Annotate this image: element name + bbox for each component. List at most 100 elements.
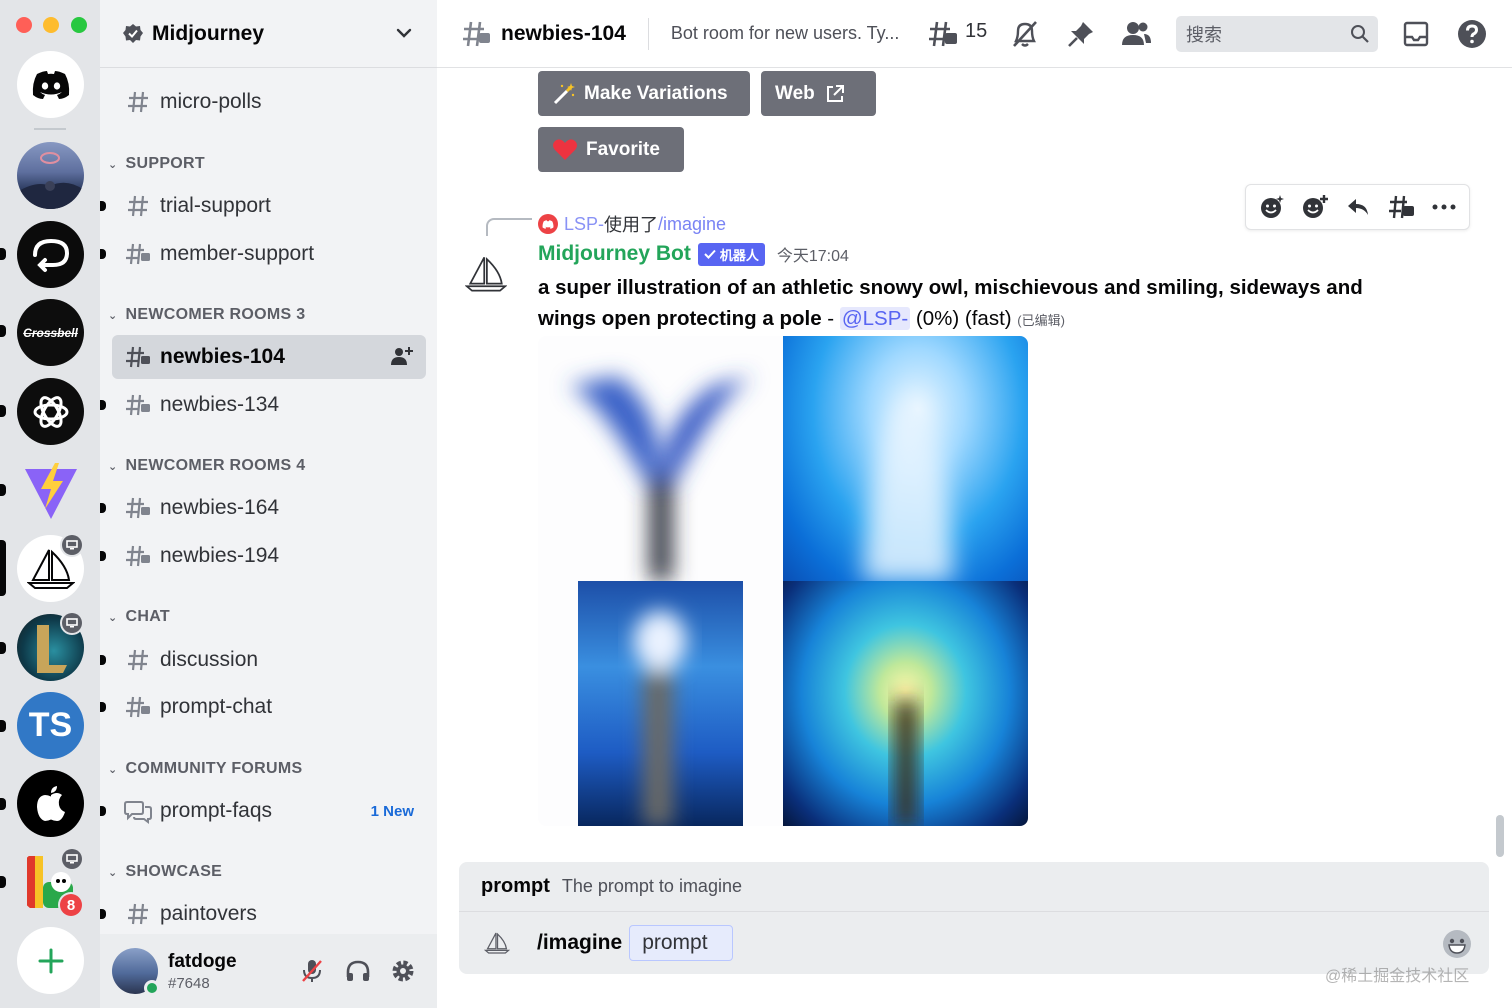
monitor-icon	[66, 540, 78, 550]
caret-down-icon: ⌄	[108, 460, 118, 473]
category-newcomer-rooms-4[interactable]: ⌄ NEWCOMER ROOMS 4	[108, 457, 305, 475]
text-channel-icon	[124, 192, 152, 220]
reply-context[interactable]: LSP- 使用了 /imagine	[538, 211, 726, 237]
message-list: Make Variations Web Favorite LSP- 使用了 /i…	[437, 68, 1497, 830]
notification-settings-button[interactable]	[1008, 17, 1042, 51]
discord-mini-icon	[538, 214, 558, 234]
channel-prompt-chat[interactable]: prompt-chat	[100, 685, 426, 729]
channel-discussion[interactable]: discussion	[100, 638, 426, 682]
category-support[interactable]: ⌄ SUPPORT	[108, 155, 205, 173]
message-scrollbar[interactable]	[1496, 815, 1504, 857]
watermark: @稀土掘金技术社区	[1325, 968, 1470, 985]
generated-image-4[interactable]	[783, 581, 1028, 826]
user-settings-button[interactable]	[388, 956, 418, 986]
emoji-picker-button[interactable]	[1441, 928, 1473, 965]
command-option-popup[interactable]: prompt The prompt to imagine	[459, 862, 1489, 912]
user-info[interactable]: fatdoge #7648	[168, 951, 237, 992]
channel-newbies-134[interactable]: newbies-134	[100, 383, 426, 427]
channel-member-support[interactable]: member-support	[100, 232, 426, 276]
bot-badge: 机器人	[697, 242, 765, 266]
channel-paintovers[interactable]: paintovers	[100, 892, 426, 936]
generated-image-1[interactable]	[538, 336, 783, 581]
member-list-button[interactable]	[1119, 17, 1153, 51]
guild-header[interactable]: Midjourney	[100, 0, 437, 68]
help-button[interactable]	[1455, 17, 1489, 51]
threads-button[interactable]	[926, 17, 960, 51]
category-community-forums[interactable]: ⌄ COMMUNITY FORUMS	[108, 760, 302, 778]
thread-channel-icon	[124, 494, 152, 522]
server-icon-crossbell[interactable]: Crossbell	[17, 299, 84, 366]
server-stage-badge	[60, 533, 84, 557]
avatar[interactable]	[463, 251, 509, 297]
web-link-button[interactable]: Web	[761, 71, 876, 116]
window-zoom-button[interactable]	[71, 17, 87, 33]
channel-sidebar: Midjourney micro-polls ⌄ SUPPORT trial-su…	[100, 0, 437, 1008]
channel-header: newbies-104 Bot room for new users. Ty..…	[437, 0, 1512, 68]
category-newcomer-rooms-3[interactable]: ⌄ NEWCOMER ROOMS 3	[108, 306, 305, 324]
image-preview	[568, 376, 753, 581]
favorite-button[interactable]: Favorite	[538, 127, 684, 172]
channel-topic[interactable]: Bot room for new users. Ty...	[671, 23, 909, 44]
channel-prompt-faqs[interactable]: prompt-faqs 1 New	[100, 789, 426, 833]
category-label: COMMUNITY FORUMS	[125, 760, 303, 777]
category-showcase[interactable]: ⌄ SHOWCASE	[108, 863, 222, 881]
thread-count: 15	[965, 20, 988, 42]
vite-logo-icon	[24, 462, 77, 519]
add-server-button[interactable]	[17, 927, 84, 994]
more-options-button[interactable]	[1426, 189, 1462, 225]
server-icon-apple[interactable]	[17, 770, 84, 837]
channel-trial-support[interactable]: trial-support	[100, 184, 426, 228]
server-icon-landscape[interactable]	[17, 142, 84, 209]
channel-name: newbies-104	[501, 21, 626, 45]
category-chat[interactable]: ⌄ CHAT	[108, 608, 170, 626]
option-name: prompt	[481, 875, 550, 897]
inbox-button[interactable]	[1399, 17, 1433, 51]
caret-down-icon: ⌄	[108, 763, 118, 776]
channel-newbies-104[interactable]: newbies-104	[112, 335, 426, 379]
user-panel: fatdoge #7648	[100, 934, 437, 1008]
unread-indicator	[100, 551, 106, 561]
crossbell-logo-text: Crossbell	[23, 325, 78, 340]
username: fatdoge	[168, 950, 237, 972]
message-author[interactable]: Midjourney Bot	[538, 242, 691, 266]
reply-command[interactable]: /imagine	[658, 214, 726, 235]
make-variations-button[interactable]: Make Variations	[538, 71, 750, 116]
channel-micro-polls[interactable]: micro-polls	[112, 80, 426, 124]
headphones-icon	[346, 960, 370, 981]
reply-user[interactable]: LSP-	[564, 214, 604, 235]
mute-microphone-button[interactable]	[297, 956, 327, 986]
slash-command-input[interactable]: /imagine prompt	[481, 925, 733, 961]
invite-member-icon[interactable]	[390, 345, 414, 372]
server-icon-vite[interactable]	[17, 456, 84, 523]
category-label: CHAT	[125, 608, 170, 625]
search-input[interactable]: 搜索	[1176, 16, 1378, 52]
pinned-messages-button[interactable]	[1064, 17, 1098, 51]
window-close-button[interactable]	[16, 17, 32, 33]
checkmark-icon	[704, 249, 716, 259]
deafen-button[interactable]	[343, 956, 373, 986]
channel-newbies-164[interactable]: newbies-164	[100, 486, 426, 530]
server-icon-openai[interactable]	[17, 378, 84, 445]
thread-channel-icon	[124, 693, 152, 721]
window-minimize-button[interactable]	[43, 17, 59, 33]
mention-count-badge: 8	[58, 892, 84, 918]
user-mention[interactable]: @LSP-	[839, 307, 911, 330]
prompt-parameter-field[interactable]: prompt	[629, 925, 733, 961]
channel-newbies-194[interactable]: newbies-194	[100, 534, 426, 578]
add-super-reaction-button[interactable]	[1254, 189, 1290, 225]
server-icon-typescript[interactable]: TS	[17, 692, 84, 759]
message-hover-toolbar	[1245, 184, 1470, 230]
channel-label: prompt-chat	[160, 695, 273, 718]
create-thread-button[interactable]	[1383, 189, 1419, 225]
generated-image-3[interactable]	[538, 581, 783, 826]
image-preview	[863, 396, 953, 581]
generated-image-2[interactable]	[783, 336, 1028, 581]
verified-server-icon	[123, 23, 143, 43]
avatar[interactable]	[112, 948, 160, 996]
direct-messages-home[interactable]	[17, 51, 84, 118]
add-reaction-button[interactable]	[1297, 189, 1333, 225]
reply-button[interactable]	[1340, 189, 1376, 225]
server-icon-loop[interactable]	[17, 221, 84, 288]
image-grid[interactable]	[538, 336, 1028, 826]
caret-down-icon: ⌄	[108, 158, 118, 171]
